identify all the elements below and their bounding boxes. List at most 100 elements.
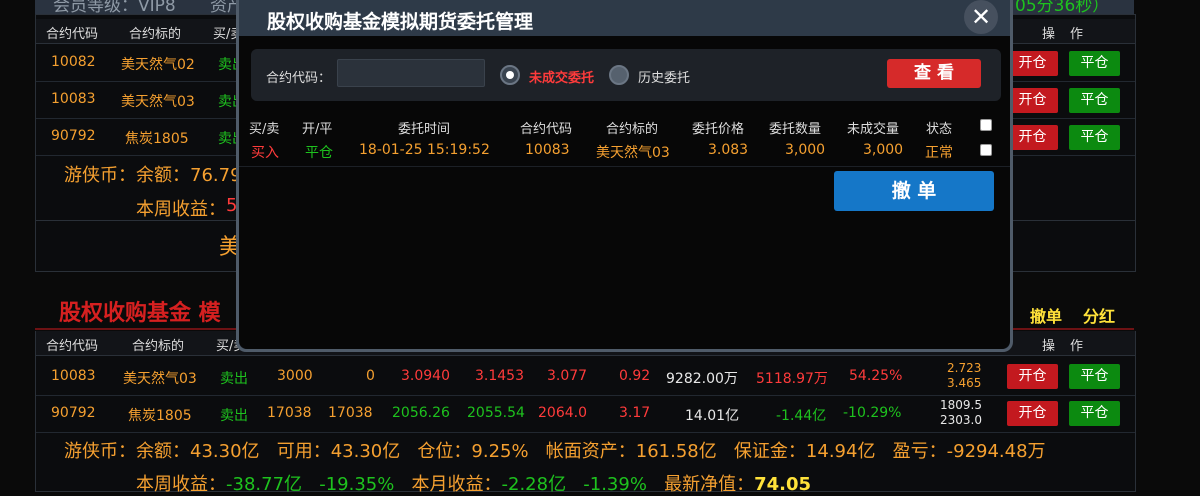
close-icon[interactable]: ✕ <box>964 0 998 34</box>
countdown-text: 05分36秒） <box>1015 0 1110 14</box>
row-high: 2.723 <box>947 361 982 375</box>
income-line: 本周收益：-38.77亿 -19.35% 本月收益：-2.28亿 -1.39% … <box>136 470 811 496</box>
open-position-button[interactable]: 开仓 <box>1007 401 1058 426</box>
col-op2: 作 <box>1070 339 1084 354</box>
open-position-button[interactable]: 开仓 <box>1007 51 1058 76</box>
col-time: 委托时间 <box>398 122 451 137</box>
radio-history-label[interactable]: 历史委托 <box>638 67 690 86</box>
row-change: 3.17 <box>619 405 651 421</box>
row-status: 正常 <box>925 145 953 161</box>
row-price3: 2064.0 <box>538 405 587 421</box>
open-position-button[interactable]: 开仓 <box>1007 364 1058 389</box>
cancel-order-link[interactable]: 撤单 <box>1030 303 1062 327</box>
row-high: 1809.5 <box>940 398 982 412</box>
radio-pending[interactable] <box>500 65 520 85</box>
row-checkbox[interactable] <box>980 144 992 156</box>
modal-body: 合约代码： 未成交委托 历史委托 查 看 买/卖 开/平 委托时间 合约代码 合… <box>239 36 1010 349</box>
table-row: 买入 平仓 18-01-25 15:19:52 10083 美天然气03 3.0… <box>239 136 1010 167</box>
row-name: 焦炭1805 <box>125 131 189 147</box>
row-price2: 2055.54 <box>467 405 525 421</box>
table-row: 90792 焦炭1805 卖出 17038 17038 2056.26 2055… <box>36 396 1135 433</box>
row-code: 90792 <box>51 128 96 144</box>
col-unfilled: 未成交量 <box>847 122 900 137</box>
row-name: 美天然气03 <box>123 371 197 387</box>
row-amount: 14.01亿 <box>685 408 740 424</box>
col-op1: 操 <box>1042 27 1056 42</box>
col-price: 委托价格 <box>692 122 745 137</box>
col-name: 合约标的 <box>132 339 185 354</box>
row-name: 焦炭1805 <box>128 408 192 424</box>
row-code: 10083 <box>525 142 570 158</box>
row-code: 10082 <box>51 54 96 70</box>
row-profit: 5118.97万 <box>756 371 828 387</box>
row-time: 18-01-25 15:19:52 <box>359 142 490 158</box>
radio-history[interactable] <box>609 65 629 85</box>
query-button[interactable]: 查 看 <box>887 59 981 88</box>
search-bar: 合约代码： 未成交委托 历史委托 查 看 <box>251 49 1001 101</box>
row-low: 2303.0 <box>940 413 982 427</box>
row-name: 美天然气02 <box>121 57 195 73</box>
row-code: 10083 <box>51 91 96 107</box>
table-row: 10083 美天然气03 卖出 3000 0 3.0940 3.1453 3.0… <box>36 359 1135 396</box>
position-label: 仓位：9.25% <box>417 441 529 462</box>
section-title: 股权收购基金 模 <box>59 301 221 326</box>
row-percent: 54.25% <box>849 368 903 384</box>
row-code: 10083 <box>51 368 96 384</box>
close-position-button[interactable]: 平仓 <box>1069 88 1120 113</box>
pnl-label: 盈亏：-9294.48万 <box>892 441 1046 462</box>
row-code: 90792 <box>51 405 96 421</box>
contract-code-input[interactable] <box>337 59 485 87</box>
balance-summary: 游侠币：余额：76.79 <box>64 165 242 186</box>
row-price1: 2056.26 <box>392 405 450 421</box>
cancel-order-button[interactable]: 撤 单 <box>834 171 994 211</box>
close-position-button[interactable]: 平仓 <box>1069 125 1120 150</box>
col-code: 合约代码 <box>46 27 99 42</box>
col-op2: 作 <box>1070 27 1084 42</box>
week-income-label: 本周收益： <box>136 199 226 220</box>
row-amount: 9282.00万 <box>666 371 738 387</box>
col-code: 合约代码 <box>520 122 573 137</box>
row-name: 美天然气03 <box>596 145 670 161</box>
row-price: 3.083 <box>708 142 749 158</box>
row-openclose: 平仓 <box>305 145 333 161</box>
row-qty: 3000 <box>277 368 313 384</box>
balance-label: 游侠币：余额：43.30亿 <box>64 441 260 462</box>
order-management-modal: 股权收购基金模拟期货委托管理 ✕ 合约代码： 未成交委托 历史委托 查 看 买/… <box>236 0 1013 352</box>
book-assets-label: 帐面资产：161.58亿 <box>545 441 717 462</box>
member-level-text: 会员等级：VIP8 <box>53 0 176 14</box>
select-all-checkbox[interactable] <box>980 119 992 131</box>
open-position-button[interactable]: 开仓 <box>1007 88 1058 113</box>
row-qty: 17038 <box>267 405 312 421</box>
col-openclose: 开/平 <box>302 122 333 137</box>
col-side: 买/卖 <box>249 122 280 137</box>
radio-dot <box>506 71 514 79</box>
col-qty: 委托数量 <box>769 122 822 137</box>
row-change: 0.92 <box>619 368 651 384</box>
row-side: 买入 <box>251 145 279 161</box>
close-position-button[interactable]: 平仓 <box>1069 401 1120 426</box>
col-code: 合约代码 <box>46 339 99 354</box>
row-side: 卖出 <box>220 408 248 424</box>
row-low: 3.465 <box>947 376 982 390</box>
close-position-button[interactable]: 平仓 <box>1069 364 1120 389</box>
row-qty2: 17038 <box>328 405 373 421</box>
row-profit: -1.44亿 <box>776 408 827 424</box>
row-qty2: 0 <box>366 368 375 384</box>
radio-pending-label[interactable]: 未成交委托 <box>529 67 594 86</box>
col-name: 合约标的 <box>606 122 659 137</box>
positions-panel-2: 合约代码 合约标的 买/卖 操 作 10083 美天然气03 卖出 3000 0… <box>35 331 1136 495</box>
code-label: 合约代码： <box>266 71 332 86</box>
col-name: 合约标的 <box>129 27 182 42</box>
open-position-button[interactable]: 开仓 <box>1007 125 1058 150</box>
dividend-link[interactable]: 分红 <box>1083 303 1115 327</box>
row-price1: 3.0940 <box>401 368 450 384</box>
modal-title: 股权收购基金模拟期货委托管理 <box>267 11 534 33</box>
row-price3: 3.077 <box>547 368 588 384</box>
row-price2: 3.1453 <box>475 368 524 384</box>
margin-label: 保证金：14.94亿 <box>733 441 876 462</box>
row-unfilled: 3,000 <box>863 142 904 158</box>
row-name: 美天然气03 <box>121 94 195 110</box>
col-op1: 操 <box>1042 339 1056 354</box>
col-status: 状态 <box>926 122 953 137</box>
close-position-button[interactable]: 平仓 <box>1069 51 1120 76</box>
